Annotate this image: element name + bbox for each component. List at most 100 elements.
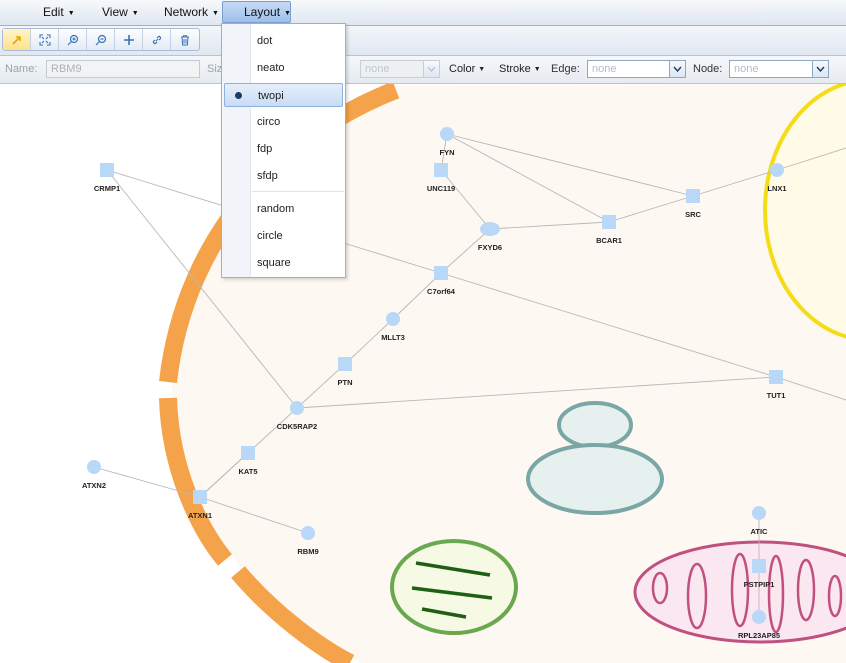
edge-label: Edge: [551, 63, 580, 75]
layout-option-label: twopi [258, 90, 284, 102]
node-label: KAT5 [238, 467, 257, 476]
menu-bar: Edit ▼ View ▼ Network ▼ Layout ▼ [0, 0, 846, 26]
fit-screen-icon [38, 33, 51, 46]
node-square-icon [769, 370, 783, 384]
node-label: FXYD6 [478, 243, 502, 252]
layout-option-label: dot [257, 35, 273, 47]
delete-button[interactable] [171, 29, 199, 50]
node-circle-icon [87, 460, 101, 474]
edge-select[interactable]: none [587, 60, 686, 78]
node-square-icon [338, 357, 352, 371]
select-arrow-icon [11, 35, 21, 45]
node-label: Node: [693, 63, 723, 75]
stroke-menu[interactable]: Stroke ▼ [499, 63, 541, 75]
node-square-icon [100, 163, 114, 177]
golgi-lower [526, 443, 664, 515]
menu-network[interactable]: Network ▼ [164, 0, 219, 24]
node-circle-icon [290, 401, 304, 415]
layout-dropdown: dot neato twopi circo fdp sfdp random ci… [221, 23, 346, 278]
node-label: LNX1 [767, 184, 786, 193]
color-menu[interactable]: Color ▼ [449, 63, 485, 75]
node-label: FYN [440, 148, 455, 157]
node-label: CDK5RAP2 [277, 422, 317, 431]
node-label: RPL23AP85 [738, 631, 780, 640]
layout-option-neato[interactable]: neato [224, 56, 343, 80]
node-select[interactable]: none [729, 60, 829, 78]
node-square-icon [752, 559, 766, 573]
network-svg: CRMP1 FYN UNC119 FXYD6 BCAR1 SRC LNX1 C7orf64 ML… [82, 84, 846, 663]
delete-icon [181, 34, 189, 45]
layout-option-twopi[interactable]: twopi [224, 83, 343, 107]
layout-option-dot[interactable]: dot [224, 29, 343, 53]
radio-bullet-icon [235, 92, 242, 99]
node-square-icon [686, 189, 700, 203]
chevron-down-icon: ▼ [284, 10, 291, 17]
menu-view[interactable]: View ▼ [102, 0, 139, 24]
size-label: Siz [207, 63, 223, 75]
chevron-down-icon [812, 61, 828, 77]
zoom-out-button[interactable] [87, 29, 115, 50]
name-input[interactable]: RBM9 [46, 60, 200, 78]
layout-option-circo[interactable]: circo [224, 110, 343, 134]
layout-option-square[interactable]: square [224, 251, 343, 275]
node-label: UNC119 [427, 184, 455, 193]
menu-separator [252, 191, 344, 192]
menu-layout-label: Layout [244, 5, 281, 19]
tool-button-group [2, 28, 200, 51]
node-label: ATXN2 [82, 481, 106, 490]
add-edge-icon [152, 35, 161, 44]
layout-option-sfdp[interactable]: sfdp [224, 164, 343, 188]
chloroplast [390, 539, 518, 635]
node-label: TUT1 [767, 391, 786, 400]
node-circle-icon [752, 506, 766, 520]
layout-option-label: fdp [257, 143, 273, 155]
edge-select-value: none [592, 63, 617, 75]
color-menu-label: Color [449, 63, 476, 75]
chevron-down-icon: ▼ [131, 10, 139, 17]
node-circle-icon [440, 127, 454, 141]
add-node-button[interactable] [115, 29, 143, 50]
node-crmp1[interactable]: CRMP1 [94, 163, 120, 193]
node-circle-icon [386, 312, 400, 326]
layout-option-label: neato [257, 62, 285, 74]
node-square-icon [193, 490, 207, 504]
network-canvas[interactable]: CRMP1 FYN UNC119 FXYD6 BCAR1 SRC LNX1 C7orf64 ML… [0, 84, 846, 663]
menu-layout[interactable]: Layout ▼ [222, 1, 291, 23]
node-select-value: none [734, 63, 759, 75]
node-label: SRC [685, 210, 701, 219]
chevron-down-icon [423, 61, 439, 77]
layout-option-circle[interactable]: circle [224, 224, 343, 248]
node-label: C7orf64 [427, 287, 456, 296]
select-tool-button[interactable] [3, 29, 31, 50]
node-label: CRMP1 [94, 184, 120, 193]
layout-option-random[interactable]: random [224, 197, 343, 221]
node-label: BCAR1 [596, 236, 622, 245]
shape-select[interactable]: none [360, 60, 440, 78]
zoom-in-icon [67, 34, 78, 45]
node-label: ATIC [751, 527, 769, 536]
layout-option-label: sfdp [257, 170, 278, 182]
menu-view-label: View [102, 5, 128, 19]
menu-edit-label: Edit [43, 5, 64, 19]
chevron-down-icon: ▼ [67, 10, 75, 17]
zoom-in-button[interactable] [59, 29, 87, 50]
node-ellipse-icon [480, 222, 500, 236]
add-node-icon [123, 34, 134, 45]
stroke-menu-label: Stroke [499, 63, 531, 75]
layout-option-fdp[interactable]: fdp [224, 137, 343, 161]
node-label: RBM9 [297, 547, 318, 556]
node-square-icon [434, 266, 448, 280]
node-label: ATXN1 [188, 511, 212, 520]
node-atxn2[interactable]: ATXN2 [82, 460, 106, 490]
node-circle-icon [752, 610, 766, 624]
fit-screen-button[interactable] [31, 29, 59, 50]
menu-edit[interactable]: Edit ▼ [43, 0, 75, 24]
menu-network-label: Network [164, 5, 209, 19]
zoom-out-icon [95, 34, 106, 45]
layout-option-label: random [257, 203, 295, 215]
golgi-upper [557, 401, 633, 449]
add-edge-button[interactable] [143, 29, 171, 50]
shape-select-value: none [365, 63, 390, 75]
layout-option-label: circle [257, 230, 283, 242]
name-label: Name: [5, 63, 38, 75]
